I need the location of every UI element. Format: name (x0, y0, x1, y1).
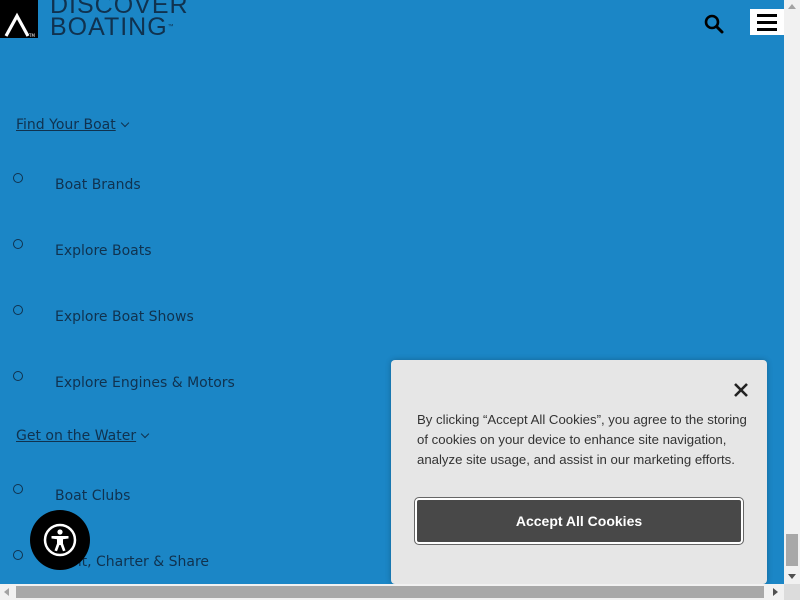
bullet-icon (13, 239, 23, 249)
scroll-left-icon[interactable] (4, 588, 9, 596)
close-icon[interactable] (733, 382, 749, 398)
nav-item-label: Boat Brands (55, 177, 141, 193)
page: TM DISCOVER BOATING™ Find Your Boat Boat… (0, 0, 784, 584)
logo-a-icon: TM (4, 12, 35, 38)
bullet-icon (13, 173, 23, 183)
accessibility-icon (43, 523, 77, 557)
search-icon[interactable] (703, 13, 725, 35)
hamburger-menu-button[interactable] (750, 9, 784, 35)
logo-line-boating: BOATING™ (50, 13, 175, 41)
accessibility-button[interactable] (30, 510, 90, 570)
cookie-consent-banner: By clicking “Accept All Cookies”, you ag… (391, 360, 767, 584)
nav-item-explore-engines-motors[interactable]: Explore Engines & Motors (0, 371, 400, 401)
nav-heading-label: Get on the Water (16, 428, 137, 444)
cookie-consent-text: By clicking “Accept All Cookies”, you ag… (417, 412, 747, 467)
scroll-right-icon[interactable] (773, 588, 778, 596)
hamburger-menu-icon (757, 14, 777, 17)
nav-heading-label: Find Your Boat (16, 117, 116, 133)
chevron-down-icon (140, 429, 150, 439)
vertical-scrollbar-thumb[interactable] (786, 534, 798, 566)
nav-item-explore-boats[interactable]: Explore Boats (0, 239, 400, 269)
bullet-icon (13, 305, 23, 315)
scrollbar-corner (784, 584, 800, 600)
horizontal-scrollbar[interactable] (0, 584, 784, 600)
chevron-down-icon (120, 118, 129, 128)
nav-item-label: Explore Boats (55, 243, 152, 259)
nav-heading-find-your-boat[interactable]: Find Your Boat (16, 117, 129, 133)
scroll-up-icon[interactable] (788, 4, 796, 9)
accept-all-cookies-button[interactable]: Accept All Cookies (414, 497, 744, 545)
nav-item-boat-brands[interactable]: Boat Brands (0, 173, 400, 203)
nav-heading-get-on-the-water[interactable]: Get on the Water (16, 428, 150, 444)
horizontal-scrollbar-thumb[interactable] (16, 586, 764, 598)
bullet-icon (13, 484, 23, 494)
nav-item-label: Explore Boat Shows (55, 309, 194, 325)
hamburger-bar (757, 21, 777, 24)
vertical-scrollbar[interactable] (784, 0, 800, 584)
nav-item-label: Boat Clubs (55, 488, 131, 504)
nav-item-explore-boat-shows[interactable]: Explore Boat Shows (0, 305, 400, 335)
svg-text:TM: TM (28, 33, 35, 38)
bullet-icon (13, 550, 23, 560)
scroll-down-icon[interactable] (788, 574, 796, 579)
logo-mark[interactable]: TM (0, 0, 38, 38)
hamburger-bar (757, 28, 777, 31)
bullet-icon (13, 371, 23, 381)
logo-wordmark[interactable]: DISCOVER BOATING™ (50, 0, 189, 41)
nav-item-label: Explore Engines & Motors (55, 375, 235, 391)
